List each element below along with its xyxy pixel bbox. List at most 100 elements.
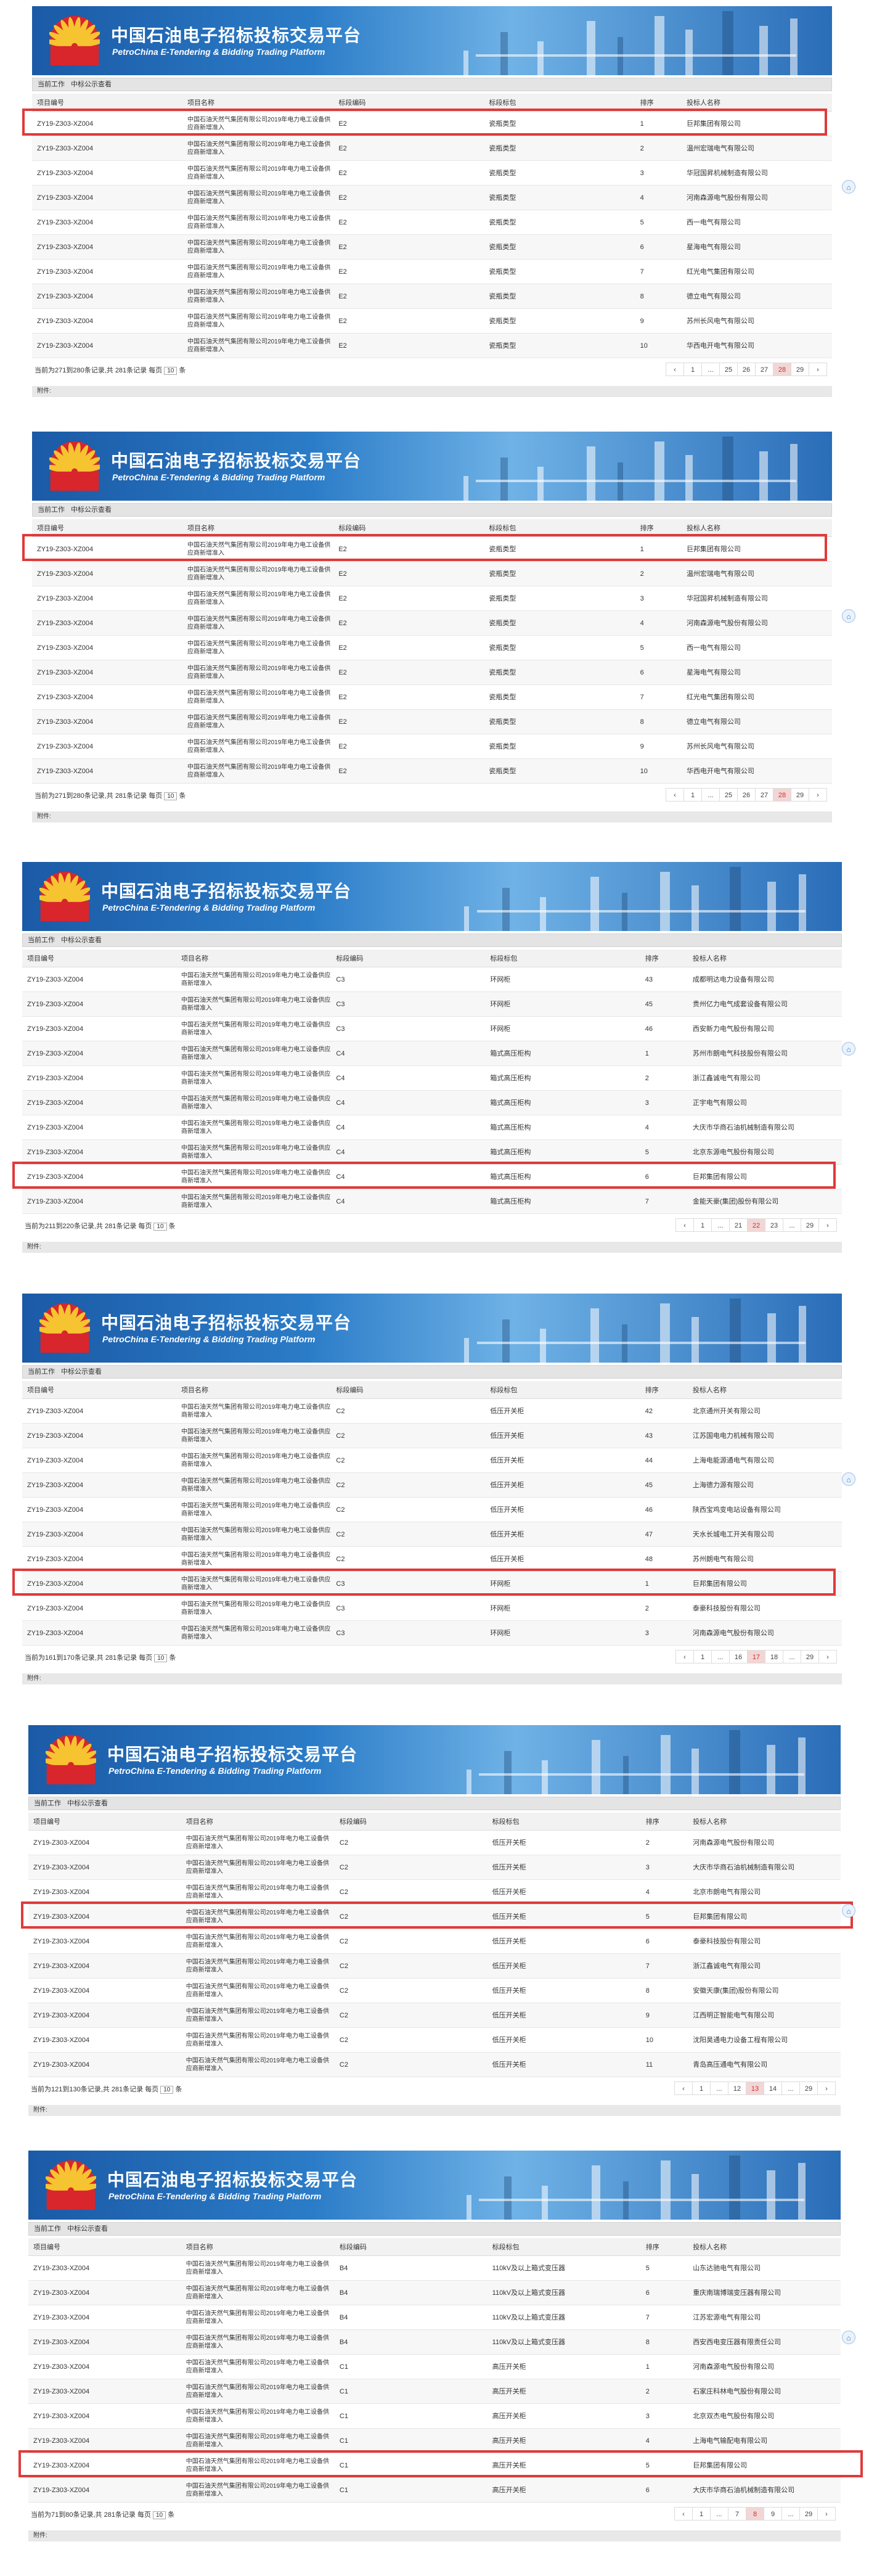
table-row[interactable]: ZY19-Z303-XZ004 中国石油天然气集团有限公司2019年电力电工设备供… [28,2477,841,2503]
table-row[interactable]: ZY19-Z303-XZ004 中国石油天然气集团有限公司2019年电力电工设备供… [28,1929,841,1954]
page-button[interactable]: 28 [773,788,791,802]
page-button[interactable]: 29 [791,363,809,376]
table-row[interactable]: ZY19-Z303-XZ004 中国石油天然气集团有限公司2019年电力电工设备供… [22,1620,842,1646]
table-row[interactable]: ZY19-Z303-XZ004 中国石油天然气集团有限公司2019年电力电工设备供… [22,1472,842,1498]
page-button[interactable]: ... [711,1218,730,1232]
attachment-toggle[interactable]: 附件: [22,1673,842,1684]
page-button[interactable]: 7 [728,2507,746,2521]
page-button[interactable]: › [809,363,827,376]
page-button[interactable]: ‹ [674,2082,693,2095]
page-button[interactable]: 1 [693,1650,712,1663]
page-button[interactable]: 14 [764,2082,782,2095]
page-button[interactable]: ‹ [675,1218,694,1232]
page-button[interactable]: 1 [692,2082,711,2095]
page-button[interactable]: 25 [719,363,738,376]
breadcrumb-item[interactable]: 当前工作 [38,506,65,514]
table-row[interactable]: ZY19-Z303-XZ004 中国石油天然气集团有限公司2019年电力电工设备供… [22,1423,842,1448]
table-row[interactable]: ZY19-Z303-XZ004 中国石油天然气集团有限公司2019年电力电工设备供… [28,2329,841,2355]
table-row[interactable]: ZY19-Z303-XZ004 中国石油天然气集团有限公司2019年电力电工设备供… [22,1189,842,1214]
table-row[interactable]: ZY19-Z303-XZ004 中国石油天然气集团有限公司2019年电力电工设备供… [32,284,832,309]
page-button[interactable]: 29 [801,1218,819,1232]
home-icon[interactable]: ⌂ [842,1042,855,1056]
page-button[interactable]: 25 [719,788,738,802]
page-button[interactable]: › [817,2082,836,2095]
page-button[interactable]: 13 [746,2082,764,2095]
table-row[interactable]: ZY19-Z303-XZ004 中国石油天然气集团有限公司2019年电力电工设备供… [22,1546,842,1572]
table-row[interactable]: ZY19-Z303-XZ004 中国石油天然气集团有限公司2019年电力电工设备供… [28,2052,841,2077]
table-row[interactable]: ZY19-Z303-XZ004 中国石油天然气集团有限公司2019年电力电工设备供… [22,1139,842,1165]
page-button[interactable]: 1 [683,363,702,376]
page-size-select[interactable]: 10 [160,2086,174,2094]
page-button[interactable]: 29 [799,2507,818,2521]
home-icon[interactable]: ⌂ [842,609,855,623]
page-button[interactable]: 23 [765,1218,783,1232]
breadcrumb-item[interactable]: 当前工作 [34,1800,61,1807]
table-row[interactable]: ZY19-Z303-XZ004 中国石油天然气集团有限公司2019年电力电工设备供… [32,734,832,759]
page-button[interactable]: 17 [747,1650,765,1663]
page-button[interactable]: ... [781,2507,800,2521]
page-button[interactable]: › [817,2507,836,2521]
page-button[interactable]: ... [783,1650,801,1663]
breadcrumb-item[interactable]: 当前工作 [28,937,55,944]
table-row[interactable]: ZY19-Z303-XZ004 中国石油天然气集团有限公司2019年电力电工设备供… [28,1879,841,1905]
table-row[interactable]: ZY19-Z303-XZ004 中国石油天然气集团有限公司2019年电力电工设备供… [28,2003,841,2028]
page-button[interactable]: ... [701,363,720,376]
table-row[interactable]: ZY19-Z303-XZ004 中国石油天然气集团有限公司2019年电力电工设备供… [28,2428,841,2453]
page-size-select[interactable]: 10 [154,1654,168,1662]
table-row[interactable]: ZY19-Z303-XZ004 中国石油天然气集团有限公司2019年电力电工设备供… [32,308,832,334]
table-row[interactable]: ZY19-Z303-XZ004 中国石油天然气集团有限公司2019年电力电工设备供… [28,2280,841,2305]
page-button[interactable]: 26 [737,788,756,802]
table-row[interactable]: ZY19-Z303-XZ004 中国石油天然气集团有限公司2019年电力电工设备供… [32,684,832,710]
table-row[interactable]: ZY19-Z303-XZ004 中国石油天然气集团有限公司2019年电力电工设备供… [28,2027,841,2053]
table-row[interactable]: ZY19-Z303-XZ004 中国石油天然气集团有限公司2019年电力电工设备供… [28,2354,841,2379]
table-row[interactable]: ZY19-Z303-XZ004 中国石油天然气集团有限公司2019年电力电工设备供… [32,709,832,734]
table-row[interactable]: ZY19-Z303-XZ004 中国石油天然气集团有限公司2019年电力电工设备供… [28,2403,841,2429]
page-button[interactable]: ‹ [674,2507,693,2521]
table-row[interactable]: ZY19-Z303-XZ004 中国石油天然气集团有限公司2019年电力电工设备供… [32,660,832,685]
table-row[interactable]: ZY19-Z303-XZ004 中国石油天然气集团有限公司2019年电力电工设备供… [32,333,832,358]
page-size-select[interactable]: 10 [153,1223,167,1231]
page-size-select[interactable]: 10 [164,367,177,375]
page-button[interactable]: ... [701,788,720,802]
page-button[interactable]: › [818,1218,837,1232]
page-button[interactable]: ‹ [666,788,684,802]
page-button[interactable]: ‹ [675,1650,694,1663]
table-row[interactable]: ZY19-Z303-XZ004 中国石油天然气集团有限公司2019年电力电工设备供… [28,2255,841,2281]
page-button[interactable]: 18 [765,1650,783,1663]
table-row[interactable]: ZY19-Z303-XZ004 中国石油天然气集团有限公司2019年电力电工设备供… [32,561,832,586]
table-row[interactable]: ZY19-Z303-XZ004 中国石油天然气集团有限公司2019年电力电工设备供… [28,1855,841,1880]
table-row[interactable]: ZY19-Z303-XZ004 中国石油天然气集团有限公司2019年电力电工设备供… [28,1830,841,1855]
page-button[interactable]: 1 [693,1218,712,1232]
page-button[interactable]: 29 [791,788,809,802]
table-row[interactable]: ZY19-Z303-XZ004 中国石油天然气集团有限公司2019年电力电工设备供… [28,1978,841,2003]
page-button[interactable]: 27 [755,363,773,376]
table-row[interactable]: ZY19-Z303-XZ004 中国石油天然气集团有限公司2019年电力电工设备供… [22,1090,842,1115]
table-row[interactable]: ZY19-Z303-XZ004 中国石油天然气集团有限公司2019年电力电工设备供… [32,234,832,260]
page-size-select[interactable]: 10 [153,2511,166,2519]
home-icon[interactable]: ⌂ [842,2331,855,2344]
table-row[interactable]: ZY19-Z303-XZ004 中国石油天然气集团有限公司2019年电力电工设备供… [32,185,832,210]
table-row[interactable]: ZY19-Z303-XZ004 中国石油天然气集团有限公司2019年电力电工设备供… [22,1115,842,1140]
table-row[interactable]: ZY19-Z303-XZ004 中国石油天然气集团有限公司2019年电力电工设备供… [22,1596,842,1621]
page-button[interactable]: ... [710,2507,728,2521]
page-button[interactable]: 9 [764,2507,782,2521]
page-button[interactable]: ... [781,2082,800,2095]
home-icon[interactable]: ⌂ [842,180,855,194]
page-button[interactable]: 21 [729,1218,748,1232]
page-button[interactable]: 8 [746,2507,764,2521]
table-row[interactable]: ZY19-Z303-XZ004 中国石油天然气集团有限公司2019年电力电工设备供… [22,1497,842,1522]
page-button[interactable]: 29 [801,1650,819,1663]
table-row[interactable]: ZY19-Z303-XZ004 中国石油天然气集团有限公司2019年电力电工设备供… [22,1448,842,1473]
page-button[interactable]: 22 [747,1218,765,1232]
table-row[interactable]: ZY19-Z303-XZ004 中国石油天然气集团有限公司2019年电力电工设备供… [32,758,832,784]
page-button[interactable]: 29 [799,2082,818,2095]
page-button[interactable]: › [809,788,827,802]
home-icon[interactable]: ⌂ [842,1904,855,1918]
table-row[interactable]: ZY19-Z303-XZ004 中国石油天然气集团有限公司2019年电力电工设备供… [22,1522,842,1547]
table-row[interactable]: ZY19-Z303-XZ004 中国石油天然气集团有限公司2019年电力电工设备供… [22,1398,842,1424]
page-button[interactable]: 27 [755,788,773,802]
page-button[interactable]: ‹ [666,363,684,376]
table-row[interactable]: ZY19-Z303-XZ004 中国石油天然气集团有限公司2019年电力电工设备供… [28,2379,841,2404]
table-row[interactable]: ZY19-Z303-XZ004 中国石油天然气集团有限公司2019年电力电工设备供… [22,1065,842,1091]
page-button[interactable]: ... [783,1218,801,1232]
